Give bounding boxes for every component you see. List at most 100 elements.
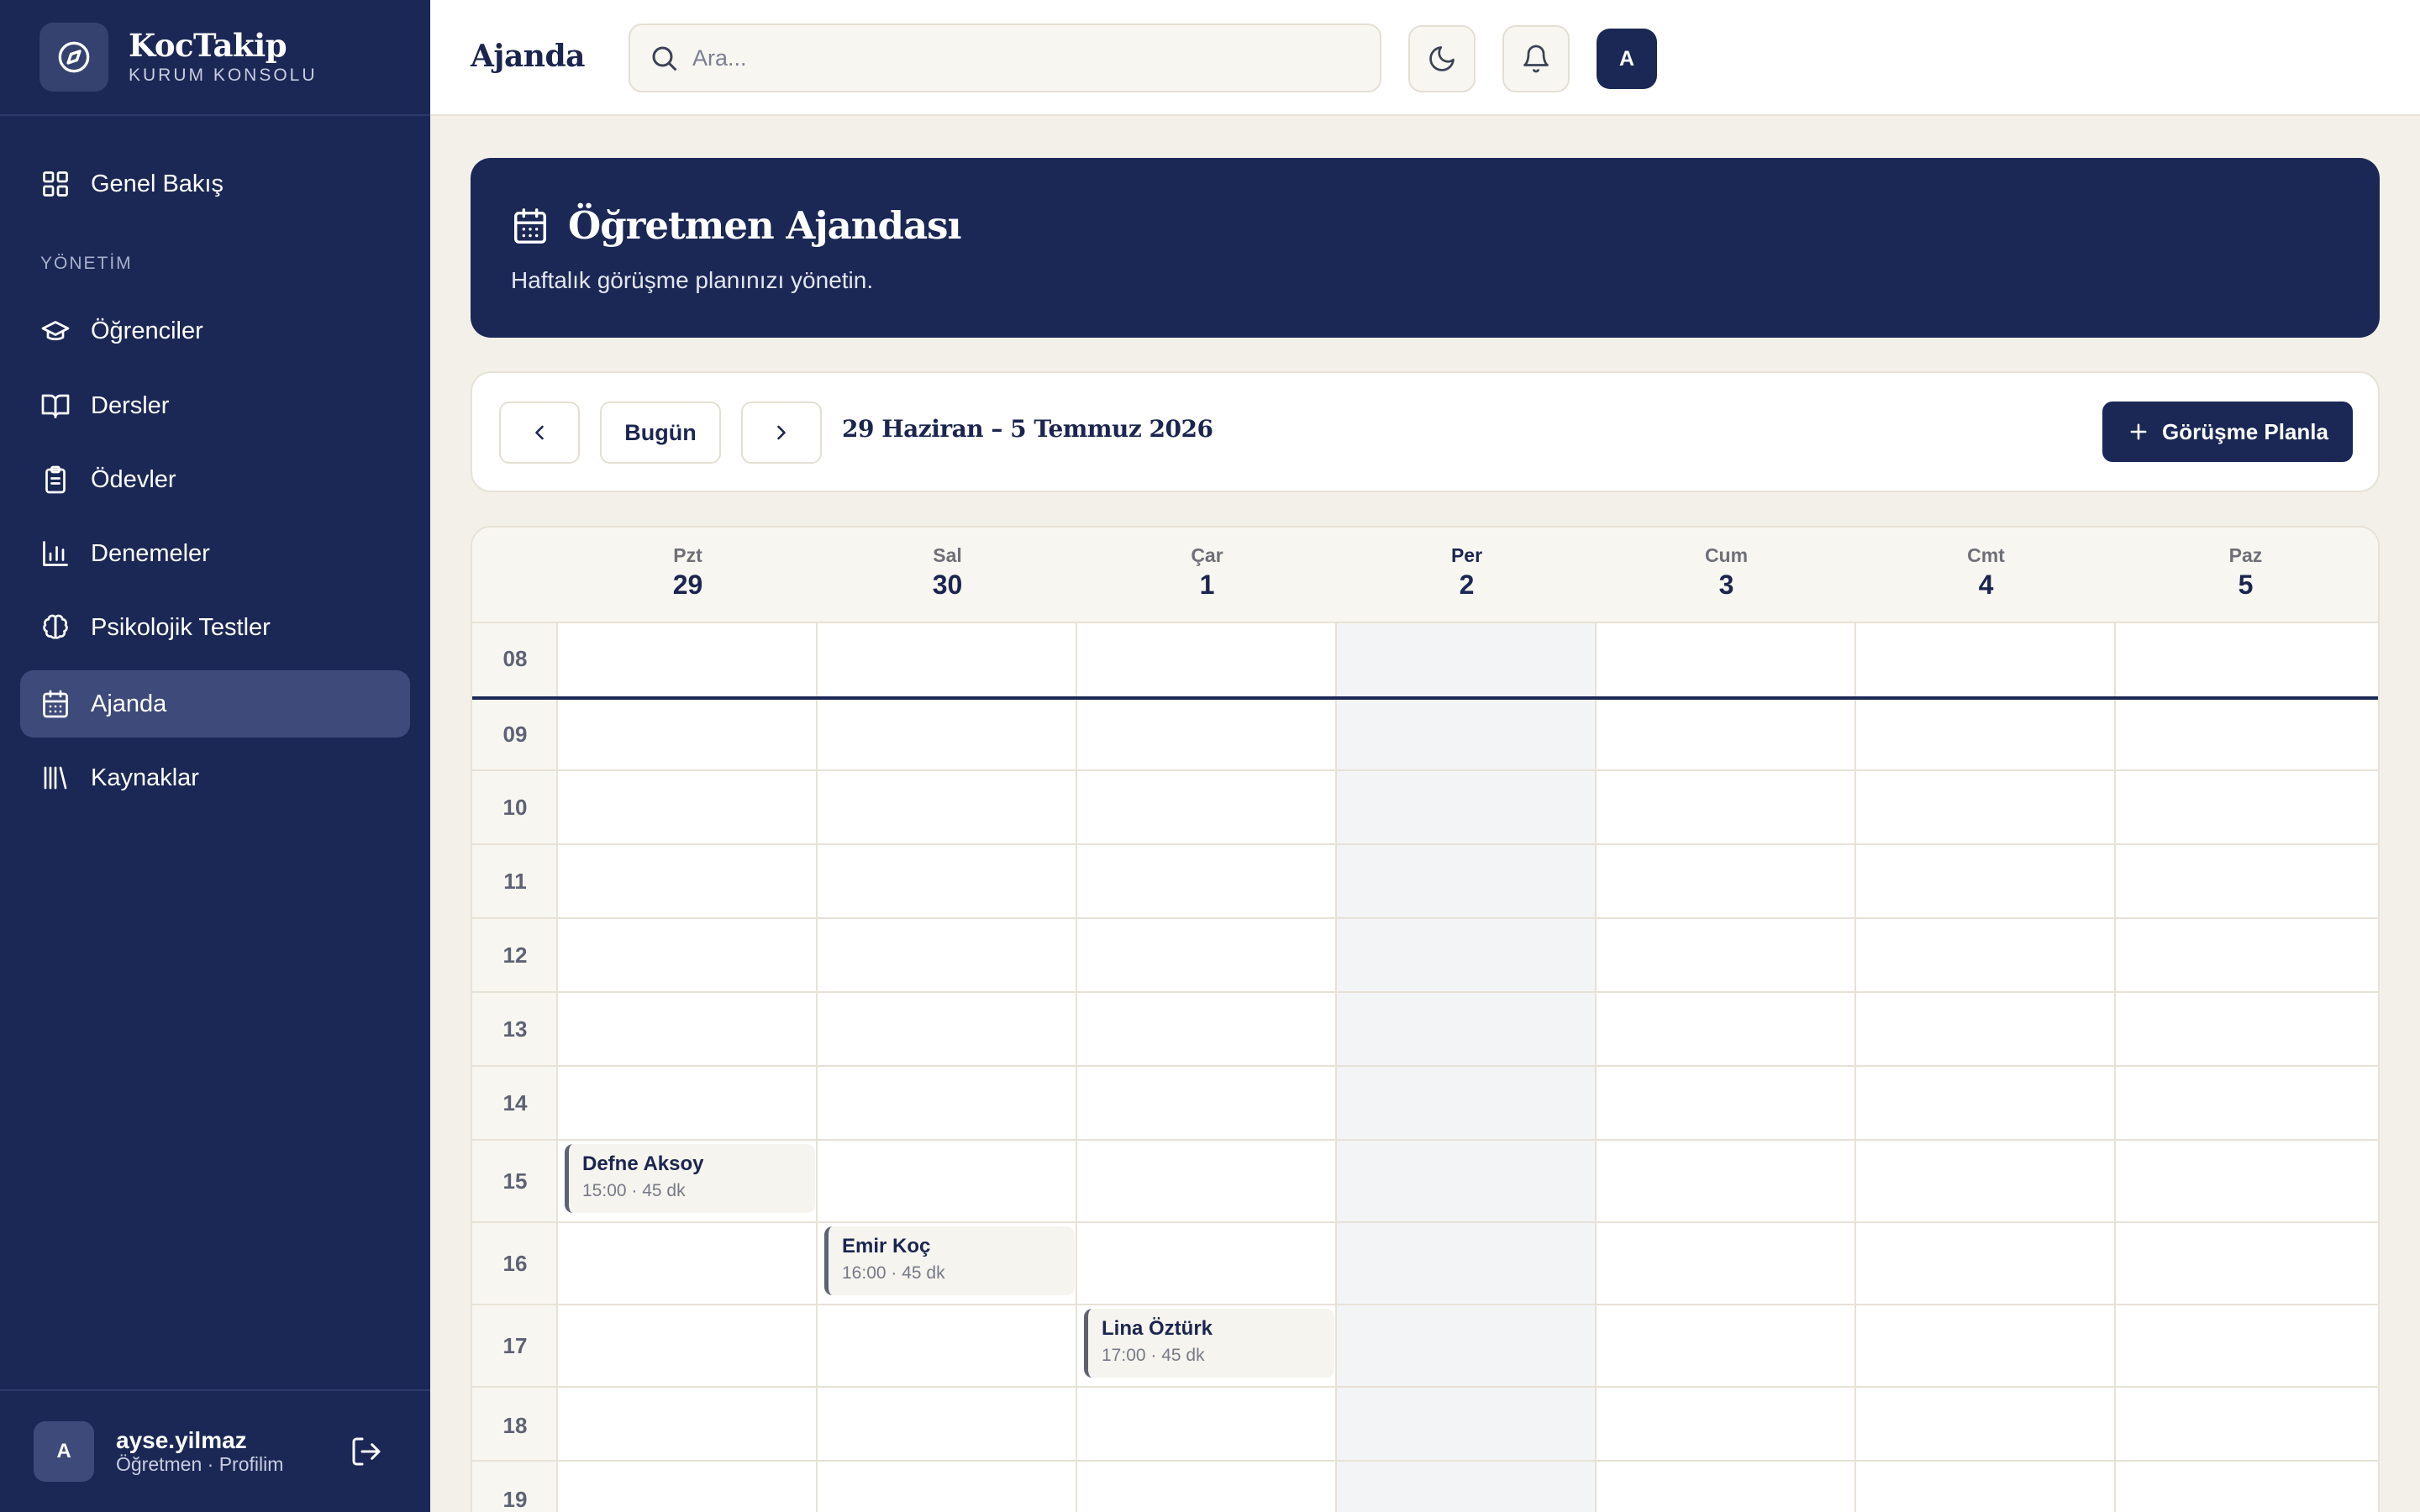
calendar-event[interactable]: Emir Koç 16:00 · 45 dk [824,1226,1075,1295]
hour-label: 08 [502,646,528,671]
moon-icon [1429,46,1455,71]
brand-subtitle: KURUM KONSOLU [129,66,318,85]
day-header: Sal 30 [818,528,1077,623]
sidebar-item-label: Ajanda [91,690,167,717]
hour-label: 10 [502,795,528,820]
day-number: 29 [672,570,703,600]
grid-line [472,1139,2378,1141]
user-role: Öğretmen · Profilim [116,1453,284,1475]
schedule-meeting-label: Görüşme Planla [2162,418,2328,444]
event-time: 15:00 · 45 dk [582,1181,686,1200]
sidebar-item-label: Dersler [91,391,170,419]
event-student-name: Emir Koç [842,1235,931,1257]
grid-line [2114,623,2116,1512]
hour-label: 17 [502,1333,528,1358]
next-week-button[interactable] [741,402,822,464]
sidebar-item-label: Kaynaklar [91,764,199,791]
date-range: 29 Haziran – 5 Temmuz 2026 [842,415,1213,443]
search-input[interactable] [692,45,1348,71]
avatar: A [34,1421,94,1482]
day-number: 30 [932,570,963,600]
day-name: Pzt [673,544,702,566]
hour-label: 19 [502,1487,528,1512]
banner-subtitle: Haftalık görüşme planınızı yönetin. [511,267,874,293]
logout-icon[interactable] [350,1435,383,1468]
day-name: Sal [933,544,962,566]
bar-chart-icon [43,541,68,566]
day-header: Çar 1 [1077,528,1337,623]
avatar[interactable]: A [1597,29,1657,89]
grid-line [1595,623,1597,1512]
search-box[interactable] [629,24,1381,92]
search-icon [652,46,676,71]
sidebar-item-denemeler[interactable]: Denemeler [20,520,410,587]
page-banner: Öğretmen Ajandası Haftalık görüşme planı… [471,158,2380,338]
day-header: Paz 5 [2116,528,2375,623]
day-header-today: Per 2 [1337,528,1597,623]
day-number: 5 [2238,570,2254,600]
sidebar-item-kaynaklar[interactable]: Kaynaklar [20,744,410,811]
day-name: Cum [1704,544,1749,566]
hour-label: 11 [503,869,527,894]
brain-icon [43,614,68,639]
sidebar-item-dersler[interactable]: Dersler [20,372,410,439]
sidebar-item-label: Genel Bakış [91,170,224,197]
sidebar: KocTakip KURUM KONSOLU Genel Bakış YÖNET… [0,0,430,1512]
today-button[interactable]: Bugün [600,402,721,464]
book-icon [41,394,70,418]
grid-line [472,917,2378,919]
sidebar-item-ogrenciler[interactable]: Öğrenciler [20,297,410,365]
day-number: 4 [1978,570,1994,600]
schedule-meeting-button[interactable]: Görüşme Planla [2102,402,2353,462]
event-time: 16:00 · 45 dk [842,1263,945,1283]
grid-line [472,991,2378,993]
sidebar-item-ajanda[interactable]: Ajanda [20,670,410,738]
grid-line [472,1304,2378,1305]
grid-line [1335,623,1337,1512]
day-header: Cmt 4 [1856,528,2116,623]
grid-line [472,843,2378,845]
current-time-line [472,696,2378,700]
day-name: Paz [2228,544,2263,566]
grid-line [472,769,2378,771]
sidebar-item-genel-bakis[interactable]: Genel Bakış [20,150,410,218]
hour-label: 15 [502,1168,528,1194]
calendar-event[interactable]: Lina Öztürk 17:00 · 45 dk [1084,1309,1334,1378]
plus-icon [2130,423,2147,440]
grid-line [472,1386,2378,1388]
previous-week-button[interactable] [499,402,580,464]
user-profile[interactable]: A ayse.yilmaz Öğretmen · Profilim [0,1389,430,1512]
today-column [1337,623,1597,1512]
theme-toggle-button[interactable] [1408,25,1476,92]
hour-label: 18 [502,1413,528,1438]
hour-label: 16 [502,1251,528,1276]
hour-label: 12 [502,942,528,968]
chevron-right-icon [777,425,786,440]
hour-label: 14 [502,1090,528,1116]
sidebar-item-label: Öğrenciler [91,317,203,344]
day-number: 2 [1459,570,1475,600]
calendar-icon [43,690,68,718]
chevron-left-icon [535,425,544,440]
calendar-event[interactable]: Defne Aksoy 15:00 · 45 dk [565,1144,815,1213]
user-name: ayse.yilmaz [116,1427,247,1453]
grid-line [1854,623,1856,1512]
time-column [472,623,558,1512]
sidebar-item-label: Denemeler [91,539,210,567]
bell-icon [1523,45,1549,73]
notifications-button[interactable] [1502,25,1570,92]
sidebar-item-odevler[interactable]: Ödevler [20,446,410,513]
topbar: Ajanda A [430,0,2420,116]
brand-name: KocTakip [129,27,287,64]
page-title: Ajanda [471,39,585,74]
nav-section-label: YÖNETİM [40,254,133,273]
compass-icon [39,23,108,92]
day-number: 3 [1718,570,1734,600]
day-header: Cum 3 [1597,528,1856,623]
day-name: Cmt [1967,544,2005,566]
clipboard-icon [45,465,66,494]
day-name: Çar [1191,544,1223,566]
calendar-header: Pzt 29 Sal 30 Çar 1 Per 2 Cum 3 Cmt 4 Pa… [472,528,2378,623]
sidebar-item-psikolojik-testler[interactable]: Psikolojik Testler [20,594,410,661]
day-header: Pzt 29 [558,528,818,623]
